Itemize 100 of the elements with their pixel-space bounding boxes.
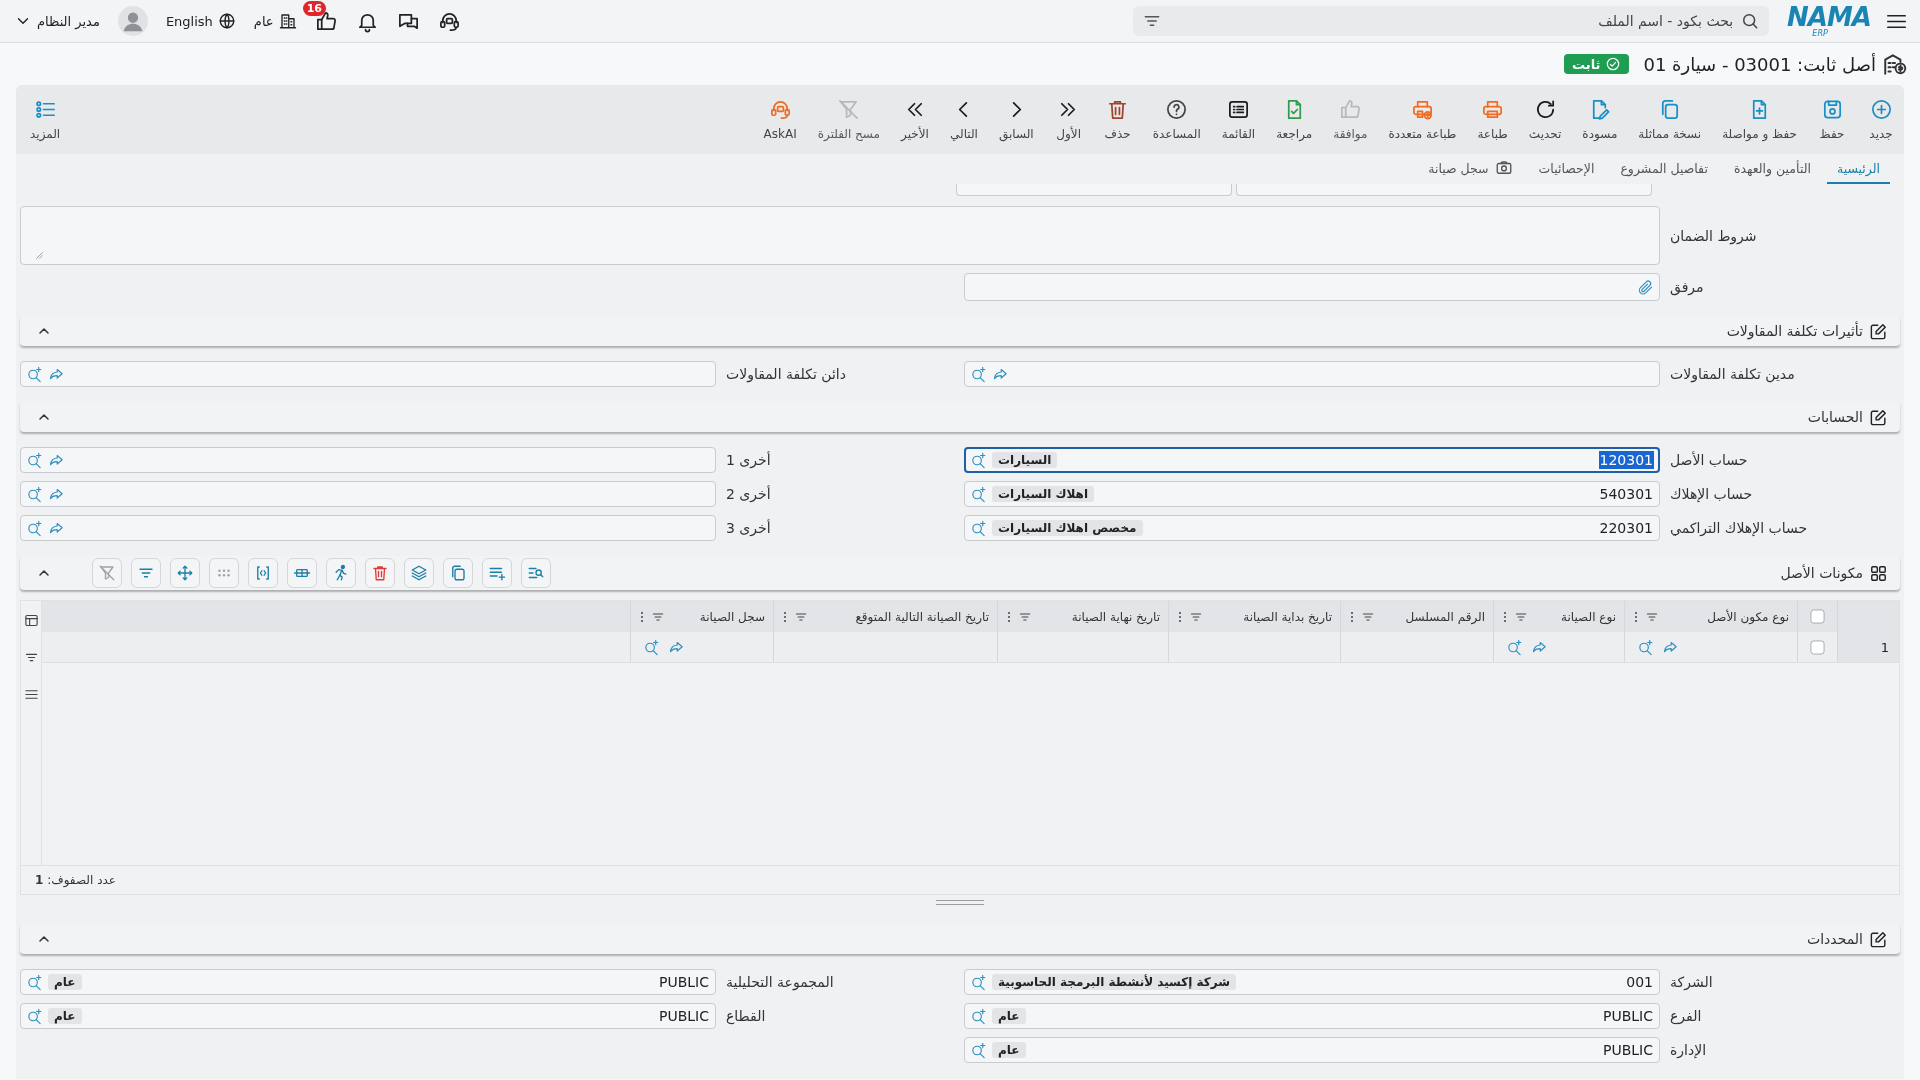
search-plus-icon[interactable] — [970, 451, 987, 469]
help-icon — [1165, 98, 1189, 121]
list-button[interactable]: القائمة — [1216, 98, 1261, 141]
tool-button[interactable] — [248, 558, 278, 588]
lookup-field[interactable] — [20, 481, 716, 507]
user-menu[interactable]: مدير النظام — [14, 12, 100, 30]
user-avatar-icon[interactable] — [117, 6, 148, 36]
bulleted-list-icon — [33, 98, 57, 121]
previous-button[interactable]: السابق — [994, 98, 1039, 141]
search-field[interactable]: بحث بكود - اسم الملف — [1133, 6, 1770, 36]
camera-icon — [1494, 159, 1513, 177]
review-button[interactable]: مراجعة — [1271, 98, 1318, 141]
help-button[interactable]: المساعدة — [1147, 98, 1206, 141]
edit-icon — [1869, 929, 1888, 949]
logo-subtitle: ERP — [1812, 28, 1828, 38]
printer-icon — [1481, 98, 1505, 121]
tool-button[interactable] — [443, 558, 473, 588]
tab[interactable]: الرئيسية — [1826, 154, 1890, 184]
field-label: القطاع — [725, 1008, 767, 1024]
search-plus-icon[interactable] — [1637, 638, 1654, 656]
company-selector[interactable]: عام — [253, 12, 297, 30]
input-field[interactable] — [956, 184, 1232, 196]
select-all-checkbox[interactable] — [1810, 609, 1825, 624]
section-title: تأثيرات تكلفة المقاولات — [1726, 323, 1863, 339]
row-checkbox[interactable] — [1810, 639, 1825, 655]
tool-button[interactable] — [521, 558, 551, 588]
multi-print-button[interactable]: طباعة متعددة — [1383, 98, 1462, 141]
search-plus-icon[interactable] — [26, 451, 43, 469]
field-label: حساب الإهلاك — [1669, 486, 1754, 502]
lookup-field[interactable] — [964, 361, 1660, 387]
save-and-continue-button[interactable]: حفظ و مواصلة — [1717, 98, 1802, 141]
tool-button[interactable] — [92, 558, 122, 588]
tab[interactable]: الإحصائيات — [1528, 154, 1605, 184]
tool-button[interactable] — [131, 558, 161, 588]
print-button[interactable]: طباعة — [1472, 98, 1513, 141]
first-button[interactable]: الأول — [1049, 98, 1088, 141]
search-plus-icon[interactable] — [1506, 638, 1523, 656]
tool-button[interactable] — [170, 558, 200, 588]
input-field[interactable] — [1236, 184, 1652, 196]
search-plus-icon[interactable] — [970, 1007, 987, 1025]
search-plus-icon[interactable] — [970, 519, 987, 537]
search-plus-icon[interactable] — [970, 485, 987, 503]
attachment-field[interactable] — [964, 273, 1660, 301]
language-selector[interactable]: English — [165, 12, 236, 30]
section-title: الحسابات — [1807, 409, 1863, 425]
value-tag: عام — [48, 974, 82, 990]
tool-button[interactable] — [326, 558, 356, 588]
field-value: 120301 — [1598, 451, 1654, 469]
tab[interactable]: تفاصيل المشروع — [1610, 154, 1718, 184]
plus-circle-icon — [1869, 98, 1893, 121]
paperclip-icon[interactable] — [1637, 278, 1654, 296]
delete-button[interactable]: حذف — [1098, 98, 1137, 141]
draft-button[interactable]: مسودة — [1577, 98, 1623, 141]
resize-grip-icon[interactable] — [35, 251, 44, 260]
search-plus-icon[interactable] — [970, 973, 987, 991]
edit-icon — [1869, 321, 1888, 341]
field-value: PUBLIC — [1602, 1007, 1654, 1025]
search-plus-icon[interactable] — [970, 1041, 987, 1059]
lookup-field[interactable] — [20, 447, 716, 473]
lookup-field[interactable] — [20, 515, 716, 541]
field-value: 220301 — [1598, 519, 1654, 537]
field-label: حساب الإهلاك التراكمي — [1669, 520, 1809, 536]
last-button[interactable]: الأخير — [896, 98, 934, 141]
menu-icon[interactable] — [23, 687, 39, 702]
row-number: 1 — [1837, 632, 1899, 662]
search-plus-icon[interactable] — [26, 973, 43, 991]
field-label: أخرى 2 — [725, 486, 772, 502]
field-label: دائن تكلفة المقاولات — [725, 366, 847, 382]
field-value: PUBLIC — [1602, 1041, 1654, 1059]
duplicate-button[interactable]: نسخة مماثلة — [1633, 98, 1707, 141]
tab[interactable]: سجل صيانة — [1418, 154, 1523, 184]
lookup-field[interactable] — [20, 361, 716, 387]
section-title: مكونات الأصل — [1780, 565, 1863, 581]
tab[interactable]: التأمين والعهدة — [1723, 154, 1821, 184]
notification-badge: 16 — [302, 0, 326, 16]
more-button[interactable]: المزيد — [20, 98, 71, 141]
new-button[interactable]: جديد — [1862, 98, 1900, 141]
search-plus-icon[interactable] — [643, 638, 660, 656]
search-plus-icon[interactable] — [26, 519, 43, 537]
thumbs-up-icon — [1338, 98, 1362, 121]
building-coin-icon — [1882, 51, 1908, 77]
search-plus-icon[interactable] — [970, 365, 987, 383]
tool-button[interactable] — [482, 558, 512, 588]
refresh-button[interactable]: تحديث — [1523, 98, 1567, 141]
headset-icon — [768, 98, 792, 121]
field-label: حساب الأصل — [1669, 452, 1749, 468]
splitter-handle[interactable] — [936, 899, 984, 905]
field-label: شروط الضمان — [1669, 227, 1758, 244]
search-plus-icon[interactable] — [26, 1007, 43, 1025]
tool-button[interactable] — [287, 558, 317, 588]
tool-button[interactable] — [365, 558, 395, 588]
tool-button[interactable] — [209, 558, 239, 588]
save-button[interactable]: حفظ — [1813, 98, 1851, 141]
table-icon[interactable] — [23, 613, 39, 628]
ask-ai-button[interactable]: AskAI — [758, 98, 802, 141]
tool-button[interactable] — [404, 558, 434, 588]
logo-wordmark[interactable]: NAMA — [1787, 4, 1871, 29]
search-plus-icon[interactable] — [26, 485, 43, 503]
next-button[interactable]: التالي — [945, 98, 983, 141]
search-plus-icon[interactable] — [26, 365, 43, 383]
